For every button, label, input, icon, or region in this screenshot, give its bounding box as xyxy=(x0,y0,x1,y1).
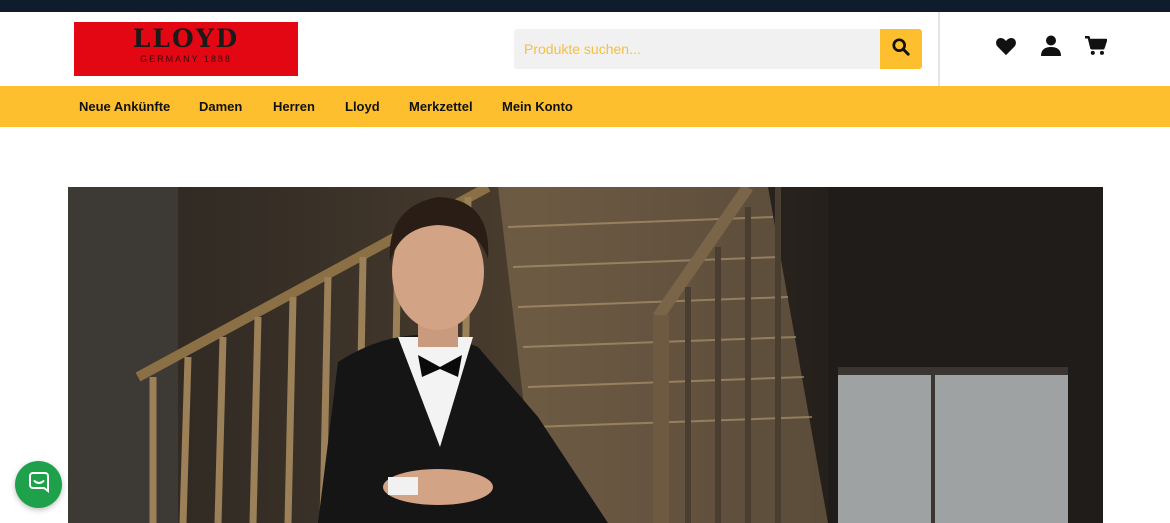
main-navigation: Neue Ankünfte Damen Herren Lloyd Merkzet… xyxy=(0,86,1170,127)
chat-launcher-button[interactable] xyxy=(15,461,62,508)
heart-icon xyxy=(995,36,1017,61)
site-header: LLOYD GERMANY 1888 xyxy=(0,12,1170,86)
nav-item-lloyd[interactable]: Lloyd xyxy=(345,86,380,127)
nav-item-new-arrivals[interactable]: Neue Ankünfte xyxy=(79,86,170,127)
logo-wordmark: LLOYD xyxy=(132,24,240,53)
top-bar xyxy=(0,0,1170,12)
cart-icon xyxy=(1085,35,1108,61)
nav-item-women[interactable]: Damen xyxy=(199,86,242,127)
search-bar xyxy=(514,29,922,69)
cart-button[interactable] xyxy=(1084,36,1108,60)
hero-illustration xyxy=(68,187,1103,523)
hero-image[interactable] xyxy=(68,187,1103,523)
user-icon xyxy=(1041,35,1061,61)
nav-item-my-account[interactable]: Mein Konto xyxy=(502,86,573,127)
nav-item-wishlist[interactable]: Merkzettel xyxy=(409,86,473,127)
wishlist-button[interactable] xyxy=(994,36,1018,60)
search-button[interactable] xyxy=(880,29,922,69)
nav-item-men[interactable]: Herren xyxy=(273,86,315,127)
logo-tagline: GERMANY 1888 xyxy=(140,54,232,64)
search-input[interactable] xyxy=(514,29,880,69)
account-button[interactable] xyxy=(1039,35,1063,61)
search-icon xyxy=(892,37,910,61)
header-divider xyxy=(938,12,940,86)
lloyd-logo[interactable]: LLOYD GERMANY 1888 xyxy=(74,22,298,76)
chat-icon xyxy=(28,471,50,498)
